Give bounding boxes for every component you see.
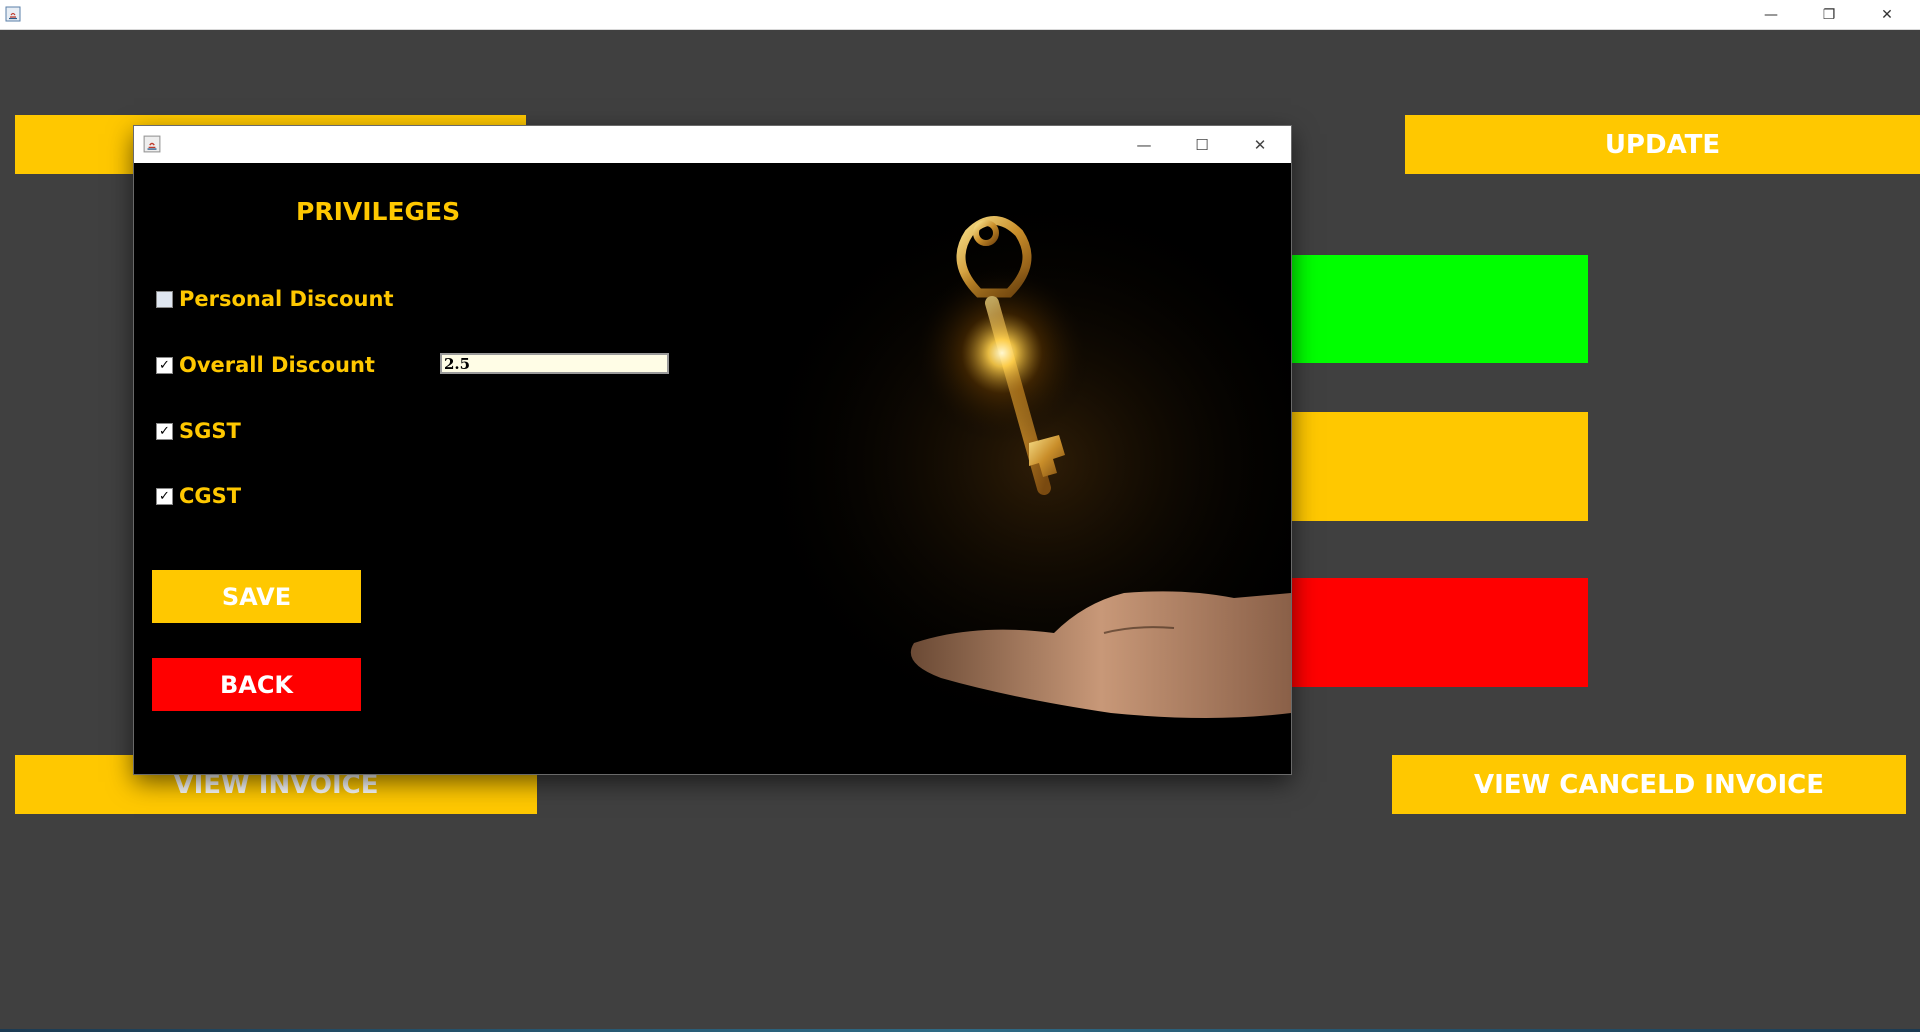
privileges-dialog: — ☐ ✕ PRIVILEGES Personal Discount ✓ Ove… (134, 126, 1291, 774)
dialog-close-button[interactable]: ✕ (1231, 126, 1289, 163)
yellow-button[interactable] (1291, 412, 1588, 521)
sgst-option[interactable]: ✓ SGST (156, 419, 241, 443)
main-window-titlebar: — ❐ ✕ (0, 0, 1920, 30)
sgst-label: SGST (179, 419, 241, 443)
cgst-checkbox[interactable]: ✓ (156, 487, 173, 505)
java-app-icon (4, 5, 22, 23)
privileges-heading: PRIVILEGES (296, 197, 461, 226)
dialog-maximize-button[interactable]: ☐ (1173, 126, 1231, 163)
restore-button[interactable]: ❐ (1800, 0, 1858, 29)
overall-discount-checkbox[interactable]: ✓ (156, 356, 173, 374)
personal-discount-option[interactable]: Personal Discount (156, 287, 394, 311)
dialog-minimize-button[interactable]: — (1115, 126, 1173, 163)
view-canceled-invoice-button[interactable]: VIEW CANCELD INVOICE (1392, 755, 1906, 814)
back-button[interactable]: BACK (152, 658, 361, 711)
golden-key-on-hand-icon (744, 183, 1291, 743)
java-app-icon (143, 135, 161, 153)
cgst-option[interactable]: ✓ CGST (156, 484, 241, 508)
personal-discount-checkbox[interactable] (156, 290, 173, 308)
cgst-label: CGST (179, 484, 242, 508)
close-button[interactable]: ✕ (1858, 0, 1916, 29)
save-button[interactable]: SAVE (152, 570, 361, 623)
update-button[interactable]: UPDATE (1405, 115, 1920, 174)
overall-discount-label: Overall Discount (179, 353, 375, 377)
personal-discount-label: Personal Discount (179, 287, 394, 311)
dialog-titlebar: — ☐ ✕ (134, 126, 1291, 163)
minimize-button[interactable]: — (1742, 0, 1800, 29)
overall-discount-option[interactable]: ✓ Overall Discount (156, 353, 375, 377)
sgst-checkbox[interactable]: ✓ (156, 422, 173, 440)
dialog-body: PRIVILEGES Personal Discount ✓ Overall D… (134, 163, 1291, 774)
green-button[interactable] (1291, 255, 1588, 363)
overall-discount-input[interactable] (440, 353, 669, 374)
red-button[interactable] (1291, 578, 1588, 687)
